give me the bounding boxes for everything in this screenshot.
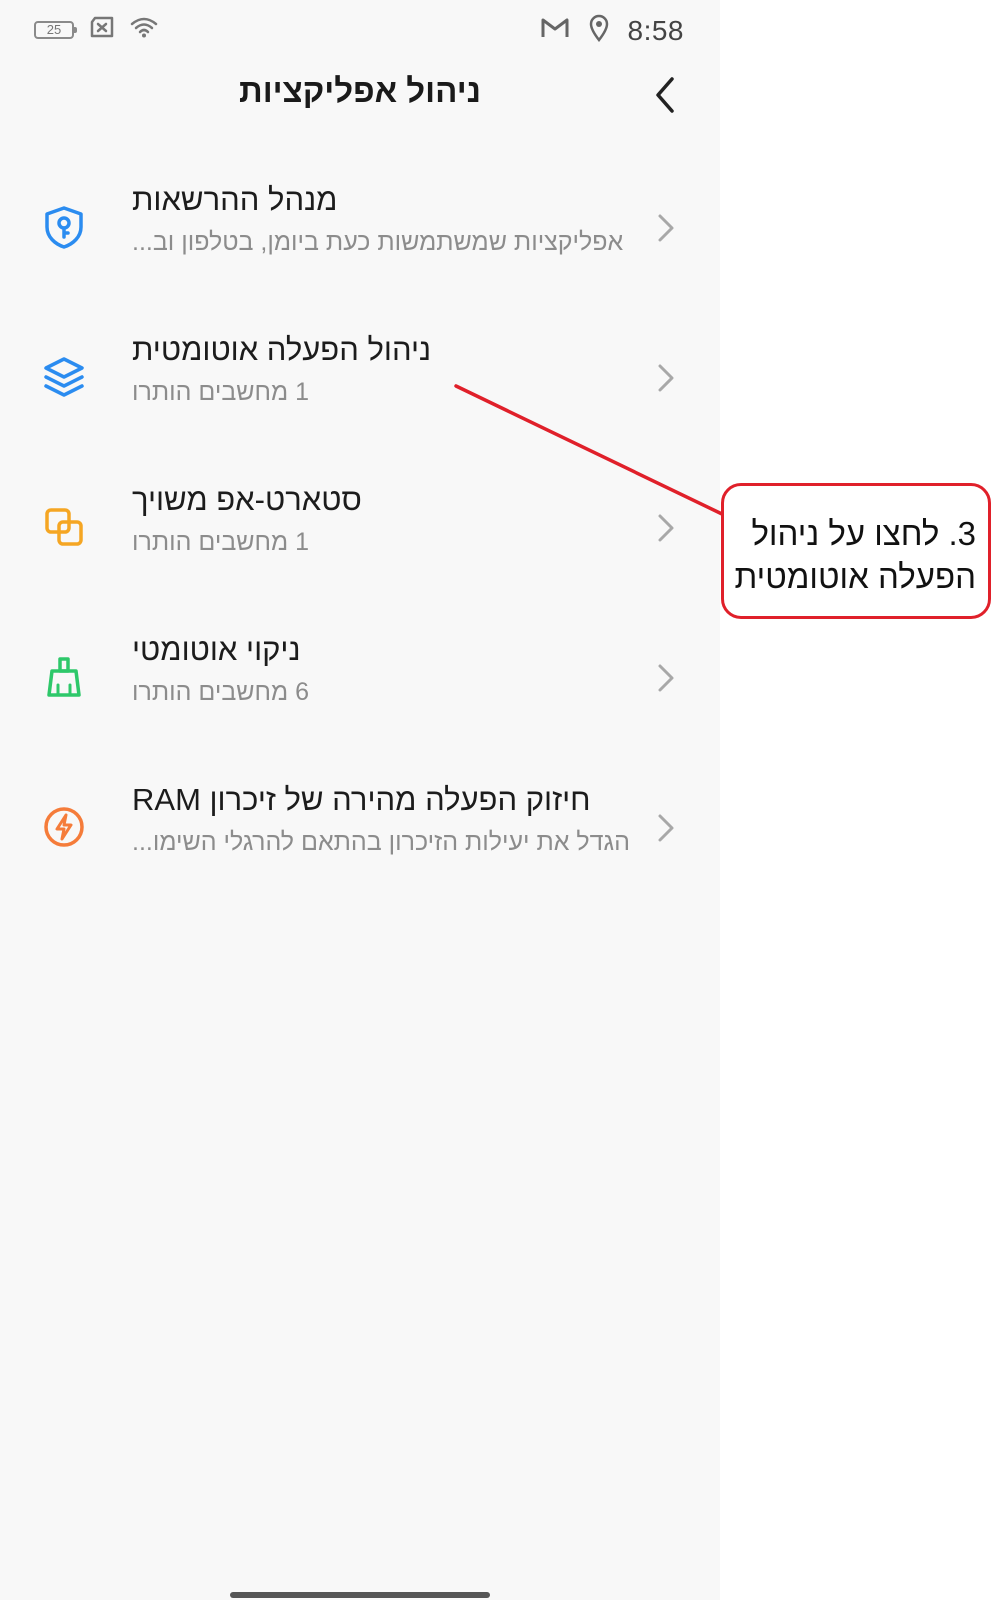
home-indicator[interactable] [230,1592,490,1598]
menu-item-autostart-management[interactable]: ניהול הפעלה אוטומטית 1 מחשבים הותרו [0,318,720,448]
menu-item-label: ניהול הפעלה אוטומטית [132,332,432,367]
menu-item-ram-boost[interactable]: חיזוק הפעלה מהירה של זיכרון RAM הגדל את … [0,768,720,898]
chevron-right-icon [658,664,674,692]
menu-item-texts: סטארט-אפ משויך 1 מחשבים הותרו [132,482,652,557]
status-bar-right: 8:58 [540,14,685,47]
menu-item-subtitle: הגדל את יעילות הזיכרון בהתאם להרגלי השימ… [132,828,630,856]
lightning-circle-icon [40,803,88,851]
annotation-callout: 3. לחצו על ניהול הפעלה אוטומטית [721,483,991,619]
menu-item-subtitle: 6 מחשבים הותרו [132,678,310,706]
battery-icon: 25 [34,20,77,39]
chevron-right-icon [658,214,674,242]
clock: 8:58 [627,14,684,46]
menu-item-texts: ניהול הפעלה אוטומטית 1 מחשבים הותרו [132,332,652,407]
menu-item-label: ניקוי אוטומטי [132,632,301,667]
menu-item-label: מנהל ההרשאות [132,182,338,217]
chevron-left-icon [656,77,674,113]
menu-item-subtitle: 1 מחשבים הותרו [132,528,310,556]
menu-item-label: חיזוק הפעלה מהירה של זיכרון RAM [132,782,591,817]
menu-item-texts: חיזוק הפעלה מהירה של זיכרון RAM הגדל את … [132,782,652,857]
menu-item-label: סטארט-אפ משויך [132,482,362,517]
chevron-right-icon [658,514,674,542]
menu-item-texts: מנהל ההרשאות אפליקציות שמשתמשות כעת ביומ… [132,182,652,257]
chevron-right-icon [658,814,674,842]
status-bar-left: 25 [34,16,158,43]
annotation-text: 3. לחצו על ניהול הפעלה אוטומטית [734,515,977,595]
menu-item-subtitle: אפליקציות שמשתמשות כעת ביומן, בטלפון וב.… [132,228,624,256]
gmail-icon [540,16,570,45]
menu-item-associated-startup[interactable]: סטארט-אפ משויך 1 מחשבים הותרו [0,468,720,598]
wifi-icon [130,16,158,43]
location-icon [588,14,610,47]
menu-item-auto-clean[interactable]: ניקוי אוטומטי 6 מחשבים הותרו [0,618,720,748]
app-header: ניהול אפליקציות [0,60,720,130]
battery-level: 25 [46,21,62,37]
page-title: ניהול אפליקציות [239,72,481,109]
chevron-right-icon [658,364,674,392]
shield-key-icon [40,203,88,251]
menu-item-permission-manager[interactable]: מנהל ההרשאות אפליקציות שמשתמשות כעת ביומ… [0,168,720,298]
back-button[interactable] [640,70,690,120]
menu-item-subtitle: 1 מחשבים הותרו [132,378,310,406]
phone-screen: 25 8:58 ניהול אפליקציות מנהל ההרשאות אפל… [0,0,720,1600]
linked-squares-icon [40,503,88,551]
status-bar: 25 8:58 [0,0,720,60]
layers-icon [40,353,88,401]
broom-icon [40,653,88,701]
menu-item-texts: ניקוי אוטומטי 6 מחשבים הותרו [132,632,652,707]
sim-missing-icon [88,16,116,43]
